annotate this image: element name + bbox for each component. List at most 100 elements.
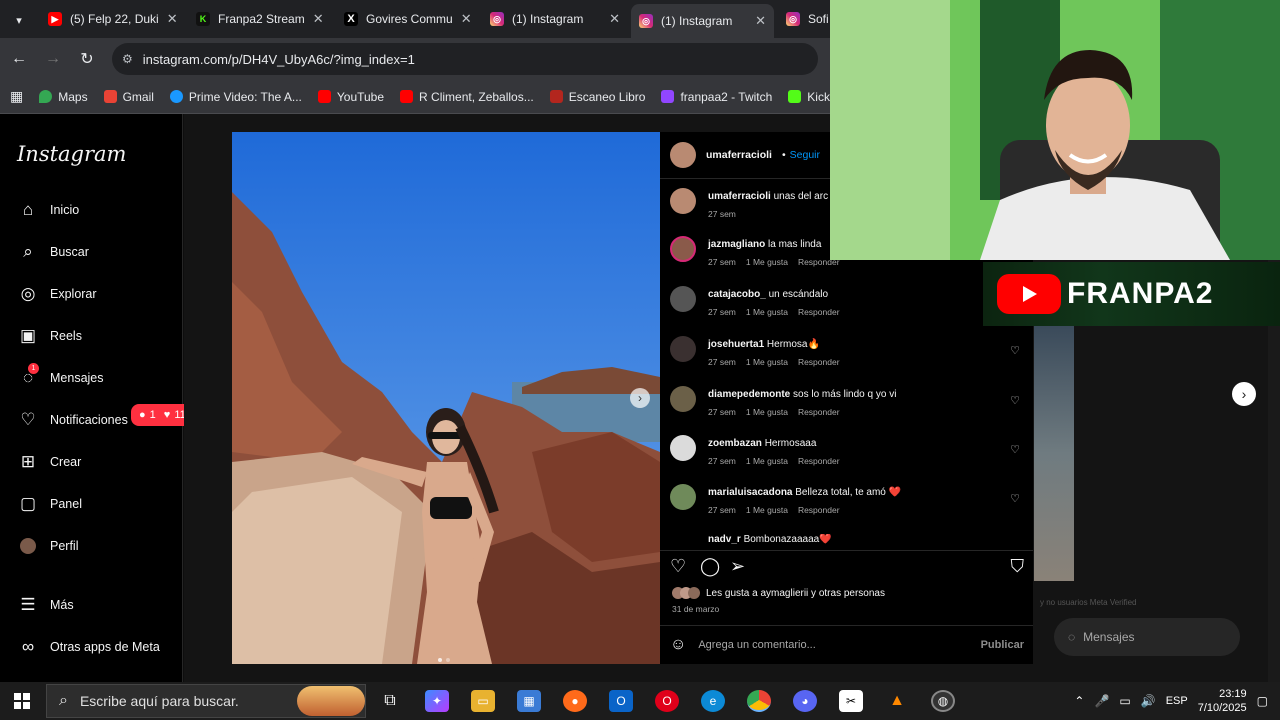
like-comment-heart-icon[interactable]: ♡ (1010, 443, 1020, 456)
author-username[interactable]: umaferracioli (706, 149, 772, 161)
discord-icon[interactable]: ◕ (793, 690, 817, 712)
bookmark-youtube[interactable]: YouTube (317, 90, 384, 104)
like-heart-icon[interactable]: ♡ (670, 556, 686, 577)
tab-instagram-1[interactable]: ◎ (1) Instagram ✕ (482, 4, 628, 34)
nav-buscar[interactable]: ⌕ Buscar (18, 242, 89, 262)
comment-likes[interactable]: 1 Me gusta (746, 357, 788, 367)
avatar[interactable] (670, 188, 696, 214)
comment-bubble-icon[interactable]: ◯ (700, 556, 720, 577)
publish-button[interactable]: Publicar (981, 639, 1024, 651)
next-post-button[interactable]: › (1232, 382, 1256, 406)
footer-links[interactable]: y no usuarios Meta Verified (1040, 598, 1137, 607)
file-explorer-icon[interactable]: ▭ (471, 690, 495, 712)
reply-button[interactable]: Responder (798, 307, 840, 317)
volume-icon[interactable]: 🔊 (1141, 694, 1156, 708)
tab-search-button[interactable]: ▾ (8, 9, 30, 31)
comment-username[interactable]: catajacobo_ (708, 289, 766, 300)
avatar[interactable] (670, 386, 696, 412)
comment-username[interactable]: diamepedemonte (708, 389, 790, 400)
obs-icon[interactable]: ◍ (931, 690, 955, 712)
vlc-icon[interactable]: ▲ (885, 690, 909, 712)
tab-x[interactable]: X Govires Commu ✕ (336, 4, 476, 34)
reply-button[interactable]: Responder (798, 357, 840, 367)
like-comment-heart-icon[interactable]: ♡ (1010, 394, 1020, 407)
comment-likes[interactable]: 1 Me gusta (746, 307, 788, 317)
nav-panel[interactable]: ▢ Panel (18, 494, 82, 514)
share-send-icon[interactable]: ➢ (730, 556, 745, 577)
site-info-icon[interactable]: ⚙ (122, 52, 133, 66)
copilot-icon[interactable]: ✦ (425, 690, 449, 712)
opera-icon[interactable]: O (655, 690, 679, 712)
forward-icon[interactable]: → (38, 50, 68, 68)
bookmark-r-climent[interactable]: R Climent, Zeballos... (400, 90, 534, 104)
post-image[interactable]: › (232, 132, 660, 664)
taskbar-search-box[interactable]: ⌕ Escribe aquí para buscar. (46, 684, 366, 718)
comment-likes[interactable]: 1 Me gusta (746, 505, 788, 515)
close-tab-icon[interactable]: ✕ (461, 11, 472, 27)
outlook-icon[interactable]: O (609, 690, 633, 712)
carousel-next-button[interactable]: › (630, 388, 650, 408)
nav-mensajes[interactable]: ◌ 1 Mensajes (18, 363, 104, 388)
network-icon[interactable]: ▭ (1119, 694, 1130, 708)
address-bar[interactable]: ⚙ instagram.com/p/DH4V_UbyA6c/?img_index… (112, 43, 818, 75)
bookmark-kick[interactable]: Kick (788, 90, 830, 104)
firefox-icon[interactable]: ● (563, 690, 587, 712)
language-indicator[interactable]: ESP (1166, 695, 1188, 707)
bookmark-prime-video[interactable]: Prime Video: The A... (169, 90, 302, 104)
show-hidden-icons-icon[interactable]: ⌃ (1074, 694, 1084, 708)
comment-username[interactable]: josehuerta1 (708, 339, 764, 350)
microphone-icon[interactable]: 🎤 (1094, 694, 1109, 708)
bookmark-gmail[interactable]: Gmail (103, 90, 154, 104)
close-tab-icon[interactable]: ✕ (609, 11, 620, 27)
capcut-icon[interactable]: ✂ (839, 690, 863, 712)
tab-kick[interactable]: K Franpa2 Stream ✕ (188, 4, 328, 34)
save-bookmark-icon[interactable]: ⛉ (1011, 556, 1025, 577)
close-tab-icon[interactable]: ✕ (755, 13, 766, 29)
tab-instagram-active[interactable]: ◎ (1) Instagram ✕ (631, 4, 774, 38)
chrome-icon[interactable] (747, 690, 771, 712)
instagram-logo[interactable]: Instagram (17, 142, 126, 166)
comment-username[interactable]: zoembazan (708, 438, 762, 449)
comment-username[interactable]: marialuisacadona (708, 487, 792, 498)
reply-button[interactable]: Responder (798, 505, 840, 515)
likes-text[interactable]: Les gusta a aymaglierii y otras personas (706, 588, 885, 599)
nav-perfil[interactable]: Perfil (18, 536, 78, 556)
author-avatar[interactable] (670, 142, 696, 168)
emoji-icon[interactable]: ☺ (670, 636, 686, 654)
comment-likes[interactable]: 1 Me gusta (746, 257, 788, 267)
avatar[interactable] (670, 484, 696, 510)
avatar[interactable] (670, 336, 696, 362)
comment-username[interactable]: nadv_r (708, 534, 741, 545)
comment-username[interactable]: umaferracioli (708, 191, 771, 202)
reload-icon[interactable]: ↻ (72, 49, 102, 69)
windows-start-button[interactable] (0, 682, 44, 720)
nav-notificaciones[interactable]: ♡ Notificaciones (18, 410, 127, 430)
back-icon[interactable]: ← (4, 50, 34, 68)
apps-grid-icon[interactable]: ▦ (10, 88, 23, 105)
comment-likes[interactable]: 1 Me gusta (746, 407, 788, 417)
nav-otras-apps[interactable]: ∞ Otras apps de Meta (18, 637, 160, 657)
bookmark-maps[interactable]: Maps (39, 90, 88, 104)
notification-center-icon[interactable]: ▢ (1257, 694, 1268, 708)
messages-floating-button[interactable]: ◌ Mensajes (1054, 618, 1240, 656)
comment-input[interactable]: Agrega un comentario... (698, 639, 968, 651)
nav-crear[interactable]: ⊞ Crear (18, 452, 81, 472)
task-view-icon[interactable]: ⧉ (378, 690, 402, 712)
microsoft-store-icon[interactable]: ▦ (517, 690, 541, 712)
bookmark-twitch[interactable]: franpaa2 - Twitch (661, 90, 772, 104)
close-tab-icon[interactable]: ✕ (167, 11, 178, 27)
nav-reels[interactable]: ▣ Reels (18, 326, 82, 346)
follow-button[interactable]: Seguir (790, 149, 820, 161)
avatar[interactable] (670, 236, 696, 262)
avatar[interactable] (670, 435, 696, 461)
bookmark-escaneo-libro[interactable]: Escaneo Libro (549, 90, 645, 104)
clock[interactable]: 23:19 7/10/2025 (1198, 687, 1247, 715)
tab-youtube[interactable]: ▶ (5) Felp 22, Duki ✕ (40, 4, 185, 34)
close-tab-icon[interactable]: ✕ (313, 11, 324, 27)
like-comment-heart-icon[interactable]: ♡ (1010, 344, 1020, 357)
reply-button[interactable]: Responder (798, 456, 840, 466)
nav-explorar[interactable]: ◎ Explorar (18, 284, 97, 304)
reply-button[interactable]: Responder (798, 407, 840, 417)
nav-inicio[interactable]: ⌂ Inicio (18, 200, 79, 220)
comment-likes[interactable]: 1 Me gusta (746, 456, 788, 466)
